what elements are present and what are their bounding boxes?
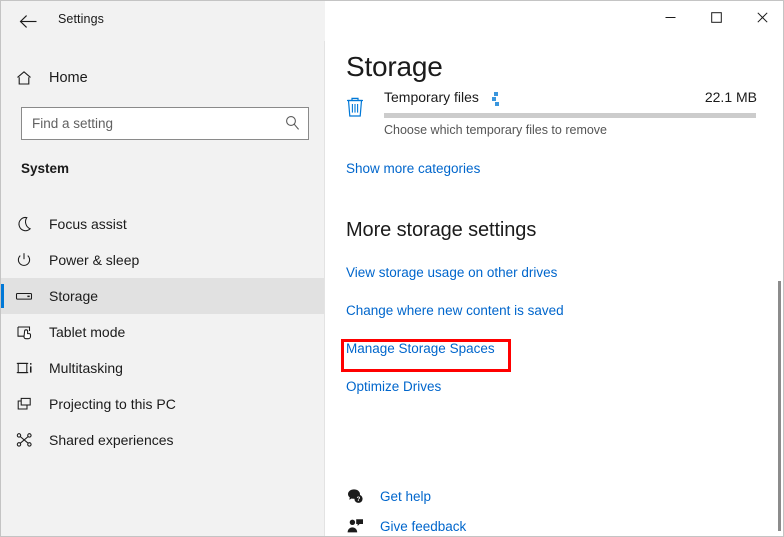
temporary-files-label: Temporary files xyxy=(384,89,479,105)
temporary-files-description: Choose which temporary files to remove xyxy=(384,123,607,137)
main-scrollbar[interactable] xyxy=(773,41,784,537)
minimize-icon[interactable] xyxy=(647,1,693,33)
trash-icon xyxy=(344,95,366,124)
page-title: Storage xyxy=(346,49,443,85)
link-change-where-new-content-is-saved[interactable]: Change where new content is saved xyxy=(346,303,564,318)
search-input[interactable] xyxy=(21,107,309,140)
sidebar-group-title: System xyxy=(21,161,69,176)
help-chat-icon: ? xyxy=(346,487,376,505)
sidebar-item-label: Multitasking xyxy=(49,360,123,376)
loading-dots-icon xyxy=(492,92,501,106)
title-bar: Settings xyxy=(1,1,784,41)
back-arrow-icon[interactable] xyxy=(13,7,43,35)
home-icon xyxy=(1,69,47,87)
sidebar-item-multitasking[interactable]: Multitasking xyxy=(1,350,325,386)
moon-icon xyxy=(1,215,47,233)
title-bar-left xyxy=(1,1,325,41)
window-title: Settings xyxy=(58,12,104,26)
sidebar-item-focus-assist[interactable]: Focus assist xyxy=(1,206,325,242)
sidebar: Home System Focus assist xyxy=(1,1,325,537)
link-view-storage-usage-on-other-drives[interactable]: View storage usage on other drives xyxy=(346,265,557,280)
drive-icon xyxy=(1,287,47,305)
section-title-more-storage-settings: More storage settings xyxy=(346,219,536,242)
tablet-touch-icon xyxy=(1,323,47,341)
sidebar-item-label: Tablet mode xyxy=(49,324,125,340)
settings-window: Home System Focus assist xyxy=(0,0,784,537)
temporary-files-size: 22.1 MB xyxy=(705,89,757,105)
sidebar-item-label: Power & sleep xyxy=(49,252,139,268)
give-feedback-row[interactable]: Give feedback xyxy=(346,511,466,537)
search-box xyxy=(21,107,309,140)
progress-fill xyxy=(384,113,756,118)
projecting-icon xyxy=(1,395,47,413)
selection-accent-bar xyxy=(1,284,4,308)
main-content: Temporary files 22.1 MB Choose which tem… xyxy=(326,1,784,537)
sidebar-item-tablet-mode[interactable]: Tablet mode xyxy=(1,314,325,350)
storage-settings-links: View storage usage on other drives Chang… xyxy=(346,265,746,417)
temporary-files-progress-bar xyxy=(384,113,756,118)
temporary-files-row[interactable]: Temporary files 22.1 MB Choose which tem… xyxy=(326,83,784,145)
sidebar-item-home[interactable]: Home xyxy=(1,61,325,95)
multitasking-icon xyxy=(1,359,47,377)
scrollbar-thumb[interactable] xyxy=(778,281,781,531)
sidebar-item-storage[interactable]: Storage xyxy=(1,278,325,314)
sidebar-item-power-and-sleep[interactable]: Power & sleep xyxy=(1,242,325,278)
sidebar-item-label: Focus assist xyxy=(49,216,127,232)
sidebar-item-label: Projecting to this PC xyxy=(49,396,176,412)
sidebar-item-label: Shared experiences xyxy=(49,432,174,448)
close-icon[interactable] xyxy=(739,1,784,33)
sidebar-item-home-label: Home xyxy=(49,70,88,86)
sidebar-item-label: Storage xyxy=(49,288,98,304)
link-optimize-drives[interactable]: Optimize Drives xyxy=(346,379,441,394)
link-manage-storage-spaces[interactable]: Manage Storage Spaces xyxy=(346,341,495,356)
get-help-row[interactable]: ? Get help xyxy=(346,481,431,511)
sidebar-item-projecting-to-this-pc[interactable]: Projecting to this PC xyxy=(1,386,325,422)
footer-links: ? Get help Give feedback xyxy=(346,481,466,537)
give-feedback-label: Give feedback xyxy=(380,519,466,534)
show-more-categories-link[interactable]: Show more categories xyxy=(346,161,480,176)
feedback-person-icon xyxy=(346,517,376,535)
svg-text:?: ? xyxy=(357,497,361,503)
sidebar-nav-list: Focus assist Power & sleep xyxy=(1,206,325,458)
get-help-label: Get help xyxy=(380,489,431,504)
power-icon xyxy=(1,251,47,269)
sidebar-item-shared-experiences[interactable]: Shared experiences xyxy=(1,422,325,458)
share-nodes-icon xyxy=(1,431,47,449)
maximize-icon[interactable] xyxy=(693,1,739,33)
